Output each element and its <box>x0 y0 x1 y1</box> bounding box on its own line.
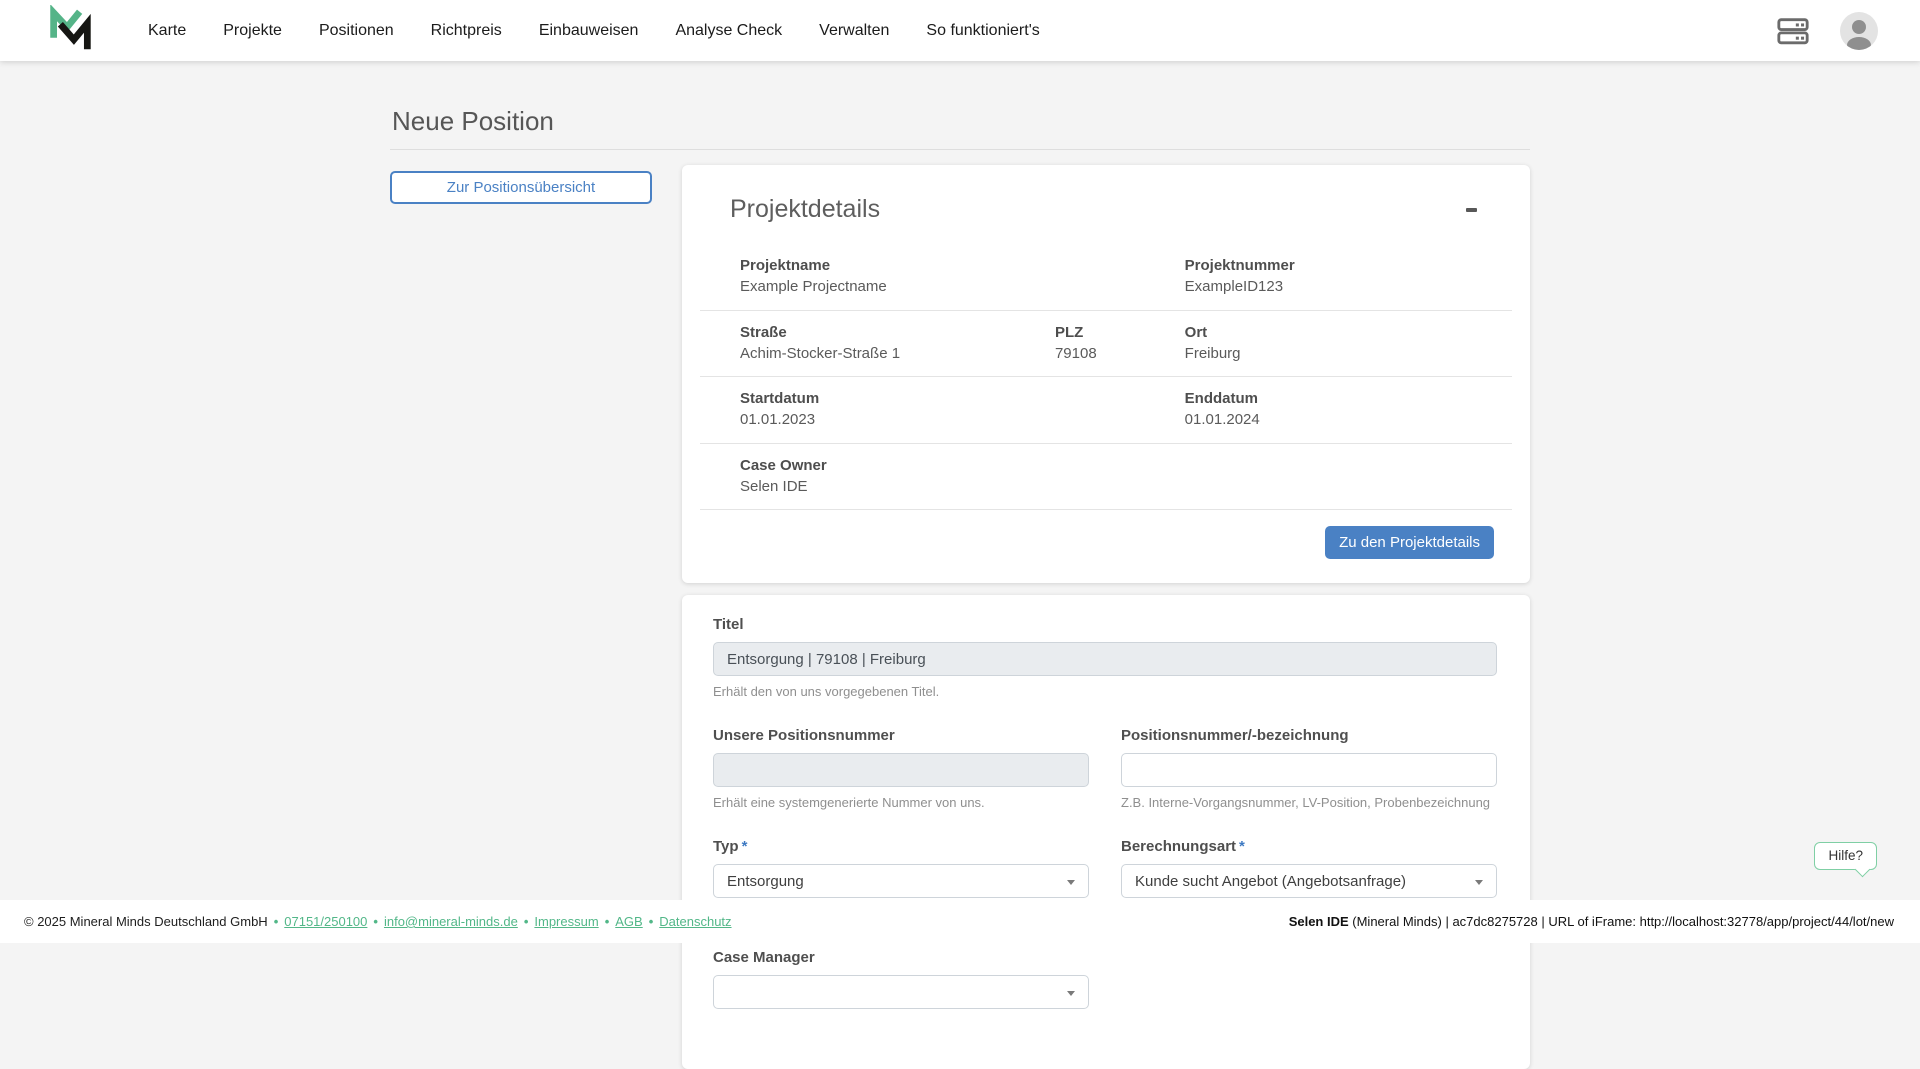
titel-input[interactable] <box>713 642 1497 676</box>
positionsnummer-input[interactable] <box>1121 753 1497 787</box>
required-asterisk: * <box>742 838 748 855</box>
nav-item-positionen[interactable]: Positionen <box>319 22 394 40</box>
field-value: Example Projectname <box>740 276 1175 299</box>
mineral-minds-logo[interactable] <box>44 5 96 57</box>
nav-item-so-funktionierts[interactable]: So funktioniert's <box>926 22 1039 40</box>
footer-separator: • <box>373 914 378 929</box>
logo-m-icon <box>44 5 96 57</box>
agb-link[interactable]: AGB <box>615 914 642 929</box>
field-value: Freiburg <box>1185 343 1241 366</box>
field-value: Achim-Stocker-Straße 1 <box>740 343 1045 366</box>
field-value: 79108 <box>1055 343 1175 366</box>
footer-separator: • <box>605 914 610 929</box>
session-info: Selen IDE (Mineral Minds) | ac7dc8275728… <box>1289 914 1894 929</box>
projektdetails-card: Projektdetails Projektname Example Proje… <box>682 165 1530 583</box>
positionsnummer-helper: Z.B. Interne-Vorgangsnummer, LV-Position… <box>1121 795 1497 810</box>
field-label: Enddatum <box>1185 388 1260 409</box>
positionsnummer-label: Positionsnummer/-bezeichnung <box>1121 727 1497 744</box>
nav-item-richtpreis[interactable]: Richtpreis <box>431 22 502 40</box>
unsere-positionsnummer-helper: Erhält eine systemgenerierte Nummer von … <box>713 795 1089 810</box>
field-value: Selen IDE <box>740 476 1175 499</box>
page-footer: © 2025 Mineral Minds Deutschland GmbH • … <box>0 900 1920 943</box>
field-value: 01.01.2024 <box>1185 409 1260 432</box>
zu-den-projektdetails-button[interactable]: Zu den Projektdetails <box>1325 526 1494 559</box>
table-row: Startdatum 01.01.2023 Enddatum 01.01.202… <box>700 377 1512 444</box>
berechnungsart-label: Berechnungsart* <box>1121 838 1497 855</box>
unsere-positionsnummer-input[interactable] <box>713 753 1089 787</box>
email-link[interactable]: info@mineral-minds.de <box>384 914 518 929</box>
field-label: Ort <box>1185 322 1241 343</box>
footer-separator: • <box>274 914 279 929</box>
titel-helper: Erhält den von uns vorgegebenen Titel. <box>713 684 1497 699</box>
datenschutz-link[interactable]: Datenschutz <box>659 914 731 929</box>
field-label: Projektnummer <box>1185 255 1295 276</box>
field-label: Case Owner <box>740 455 1175 476</box>
avatar-head-shape <box>1852 20 1866 34</box>
hilfe-button[interactable]: Hilfe? <box>1814 842 1877 870</box>
field-label: Straße <box>740 322 1045 343</box>
typ-selected-value: Entsorgung <box>727 873 804 890</box>
table-row: Projektname Example Projectname Projektn… <box>700 244 1512 311</box>
nav-item-projekte[interactable]: Projekte <box>223 22 282 40</box>
top-navbar: Karte Projekte Positionen Richtpreis Ein… <box>0 0 1920 61</box>
projektdetails-title: Projektdetails <box>730 195 880 224</box>
nav-item-einbauweisen[interactable]: Einbauweisen <box>539 22 639 40</box>
table-row: Case Owner Selen IDE <box>700 444 1512 511</box>
collapse-card-button[interactable] <box>1460 201 1482 219</box>
berechnungsart-select[interactable]: Kunde sucht Angebot (Angebotsanfrage) <box>1121 864 1497 898</box>
zur-positionsuebersicht-button[interactable]: Zur Positionsübersicht <box>390 171 652 204</box>
main-nav: Karte Projekte Positionen Richtpreis Ein… <box>148 22 1040 40</box>
field-value: ExampleID123 <box>1185 276 1295 299</box>
field-value: 01.01.2023 <box>740 409 1175 432</box>
case-manager-label: Case Manager <box>713 949 1089 966</box>
phone-link[interactable]: 07151/250100 <box>284 914 367 929</box>
required-asterisk: * <box>1239 838 1245 855</box>
table-row: Straße Achim-Stocker-Straße 1 PLZ 79108 … <box>700 311 1512 378</box>
copyright-text: © 2025 Mineral Minds Deutschland GmbH <box>24 914 268 929</box>
berechnungsart-selected-value: Kunde sucht Angebot (Angebotsanfrage) <box>1135 873 1406 890</box>
neue-position-form-card: Titel Erhält den von uns vorgegebenen Ti… <box>682 595 1530 1069</box>
footer-separator: • <box>524 914 529 929</box>
nav-item-karte[interactable]: Karte <box>148 22 186 40</box>
storage-icon[interactable] <box>1776 15 1810 47</box>
case-manager-select[interactable] <box>713 975 1089 1009</box>
titel-label: Titel <box>713 616 1497 633</box>
field-label: Projektname <box>740 255 1175 276</box>
nav-item-verwalten[interactable]: Verwalten <box>819 22 889 40</box>
typ-label: Typ* <box>713 838 1089 855</box>
minus-icon <box>1466 208 1477 212</box>
field-label: PLZ <box>1055 322 1175 343</box>
impressum-link[interactable]: Impressum <box>534 914 598 929</box>
footer-separator: • <box>649 914 654 929</box>
user-avatar-icon[interactable] <box>1840 12 1878 50</box>
session-user: Selen IDE <box>1289 914 1349 929</box>
session-details: (Mineral Minds) | ac7dc8275728 | URL of … <box>1349 914 1894 929</box>
page-title: Neue Position <box>392 106 1530 137</box>
avatar-body-shape <box>1847 37 1871 50</box>
field-label: Startdatum <box>740 388 1175 409</box>
project-details-table: Projektname Example Projectname Projektn… <box>700 244 1512 510</box>
nav-item-analyse-check[interactable]: Analyse Check <box>675 22 782 40</box>
unsere-positionsnummer-label: Unsere Positionsnummer <box>713 727 1089 744</box>
typ-select[interactable]: Entsorgung <box>713 864 1089 898</box>
